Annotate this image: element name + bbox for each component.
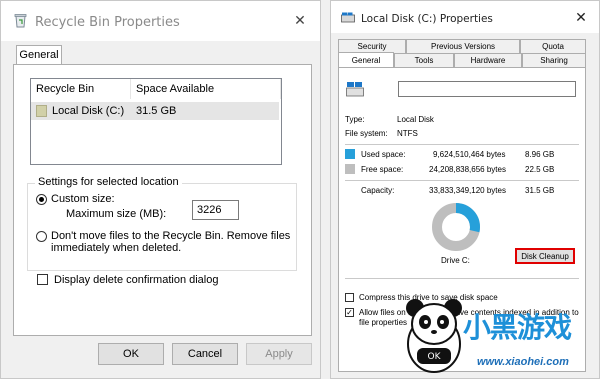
- window-title: Local Disk (C:) Properties: [361, 13, 493, 25]
- capacity-gb: 31.5 GB: [525, 186, 555, 195]
- tab-hardware[interactable]: Hardware: [454, 53, 522, 67]
- drive-label: Drive C:: [441, 256, 470, 265]
- compress-checkbox[interactable]: [345, 293, 354, 302]
- custom-size-radio[interactable]: [36, 194, 47, 205]
- free-space-swatch: [345, 164, 355, 174]
- recycle-bin-properties-window: Recycle Bin Properties ✕ General Recycle…: [0, 0, 321, 379]
- row-space: 31.5 GB: [136, 105, 177, 117]
- general-panel: Recycle Bin Location Space Available Loc…: [13, 64, 312, 336]
- column-header-location[interactable]: Recycle Bin Location: [31, 79, 131, 115]
- used-space-swatch: [345, 149, 355, 159]
- svg-text:OK: OK: [428, 352, 442, 362]
- close-icon[interactable]: ✕: [571, 7, 591, 27]
- hard-drive-icon: [346, 82, 364, 97]
- tab-general[interactable]: General: [16, 45, 62, 65]
- separator: [345, 278, 579, 279]
- disk-cleanup-button[interactable]: Disk Cleanup: [515, 248, 575, 264]
- free-space-label: Free space:: [361, 165, 404, 174]
- dont-move-label: Don't move files to the Recycle Bin. Rem…: [51, 230, 291, 254]
- index-label-line-2: file properties: [359, 318, 408, 327]
- tab-tools[interactable]: Tools: [394, 53, 454, 67]
- file-system-value: NTFS: [397, 129, 418, 138]
- separator: [345, 180, 579, 181]
- watermark: OK 小黑游戏 www.xiaohei.com: [403, 296, 598, 376]
- tab-security[interactable]: Security: [338, 39, 406, 53]
- max-size-label: Maximum size (MB):: [66, 208, 167, 220]
- tab-quota[interactable]: Quota: [520, 39, 586, 53]
- confirm-label: Display delete confirmation dialog: [54, 274, 219, 286]
- separator: [345, 144, 579, 145]
- settings-group-label: Settings for selected location: [35, 176, 182, 188]
- custom-size-label: Custom size:: [51, 193, 115, 205]
- tab-previous-versions[interactable]: Previous Versions: [406, 39, 520, 53]
- type-label: Type:: [345, 115, 365, 124]
- panda-mascot-logo: OK: [406, 299, 462, 373]
- ok-button[interactable]: OK: [98, 343, 164, 365]
- file-system-label: File system:: [345, 129, 388, 138]
- capacity-label: Capacity:: [361, 186, 395, 195]
- settings-group: Settings for selected location Custom si…: [27, 176, 297, 271]
- capacity-bytes: 33,833,349,120 bytes: [429, 186, 506, 195]
- location-list[interactable]: Recycle Bin Location Space Available Loc…: [30, 78, 282, 165]
- row-location: Local Disk (C:): [52, 105, 125, 117]
- drive-icon: [36, 105, 47, 117]
- tab-sharing[interactable]: Sharing: [522, 53, 586, 67]
- index-checkbox[interactable]: ✓: [345, 308, 354, 317]
- max-size-input[interactable]: 3226: [192, 200, 239, 220]
- watermark-logo-text: 小黑游戏: [463, 311, 572, 344]
- used-space-gb: 8.96 GB: [525, 150, 555, 159]
- used-space-label: Used space:: [361, 150, 406, 159]
- type-value: Local Disk: [397, 115, 434, 124]
- free-space-bytes: 24,208,838,656 bytes: [429, 165, 506, 174]
- recycle-bin-icon: [14, 14, 27, 28]
- list-row[interactable]: Local Disk (C:) 31.5 GB: [31, 102, 279, 120]
- tab-general[interactable]: General: [338, 52, 394, 68]
- disk-usage-donut: [432, 203, 480, 251]
- close-icon[interactable]: ✕: [290, 10, 310, 30]
- dont-move-radio[interactable]: [36, 231, 47, 242]
- watermark-url: www.xiaohei.com: [477, 356, 569, 368]
- used-space-bytes: 9,624,510,464 bytes: [433, 150, 506, 159]
- title-bar: Local Disk (C:) Properties ✕: [331, 1, 599, 33]
- drive-name-input[interactable]: [398, 81, 576, 97]
- window-title: Recycle Bin Properties: [35, 15, 180, 30]
- confirm-checkbox[interactable]: [37, 274, 48, 285]
- free-space-gb: 22.5 GB: [525, 165, 555, 174]
- drive-icon: [341, 12, 355, 23]
- cancel-button[interactable]: Cancel: [172, 343, 238, 365]
- title-bar: Recycle Bin Properties ✕: [1, 1, 320, 41]
- apply-button[interactable]: Apply: [246, 343, 312, 365]
- column-header-space[interactable]: Space Available: [131, 79, 281, 99]
